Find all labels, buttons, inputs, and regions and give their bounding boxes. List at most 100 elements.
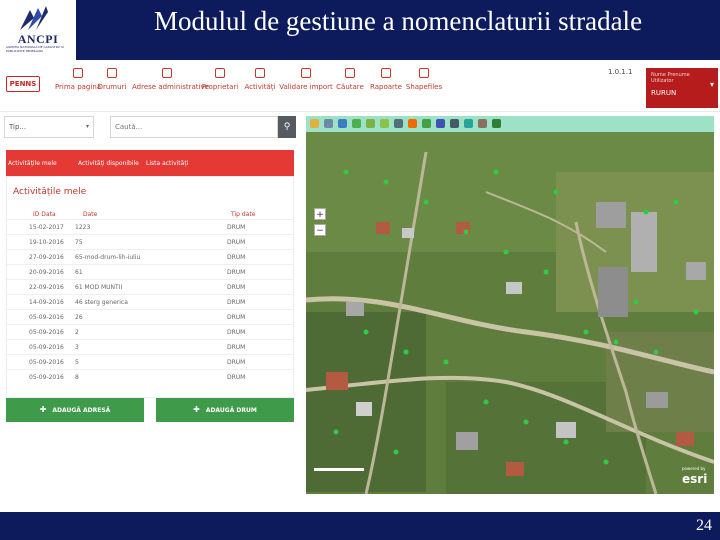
cell-id-date: 20-09-2016 [29, 269, 64, 276]
version-label: 1.0.1.1 [608, 68, 633, 76]
slide-header: ANCPI AGENTIA NATIONALA DE CADASTRU SI P… [0, 0, 720, 60]
search-button[interactable]: ⚲ [278, 116, 296, 138]
attribution-prefix: powered by [682, 466, 706, 471]
activities-panel: Activitățile mele ID Data Date Tip date … [6, 176, 294, 398]
panel-title: Activitățile mele [13, 187, 87, 197]
cell-id-date: 05-09-2016 [29, 314, 64, 321]
table-row[interactable]: 22-09-2016 61 MOD MUNTII DRUM [7, 279, 293, 294]
column-header-type[interactable]: Tip date [231, 211, 255, 218]
cell-date: 75 [75, 239, 83, 246]
chevron-down-icon: ▾ [85, 123, 89, 130]
cell-type: DRUM [227, 299, 246, 306]
table-row[interactable]: 20-09-2016 61 DRUM [7, 264, 293, 279]
cell-id-date: 05-09-2016 [29, 329, 64, 336]
table-row[interactable]: 14-09-2016 46 sterg generica DRUM [7, 294, 293, 309]
slide-footer: 24 [0, 512, 720, 540]
print-icon[interactable] [478, 119, 487, 128]
slide-title: Modulul de gestiune a nomenclaturii stra… [153, 6, 643, 36]
table-row[interactable]: 05-09-2016 8 DRUM [7, 369, 293, 384]
delete-tool-icon[interactable] [408, 119, 417, 128]
cell-date: 8 [75, 374, 79, 381]
user-menu[interactable]: Nume Prenume Utilizator RURUN ▾ [646, 68, 718, 108]
nav-item-shapefiles[interactable]: Shapefiles [396, 68, 452, 91]
report-icon [381, 68, 391, 78]
pan-tool-icon[interactable] [310, 119, 319, 128]
cell-type: DRUM [227, 239, 246, 246]
nav-label: Shapefiles [405, 83, 443, 91]
table-row[interactable]: 05-09-2016 2 DRUM [7, 324, 293, 339]
table-row[interactable]: 05-09-2016 26 DRUM [7, 309, 293, 324]
owners-icon [215, 68, 225, 78]
column-header-date[interactable]: Date [83, 211, 97, 218]
measure-tool-icon[interactable] [394, 119, 403, 128]
brand-logo[interactable]: PENNS [6, 76, 40, 92]
aerial-imagery [306, 132, 714, 494]
cell-date: 65-mod-drum-lih-iuliu [75, 254, 141, 261]
cell-type: DRUM [227, 329, 246, 336]
draw-line-icon[interactable] [366, 119, 375, 128]
search-icon [345, 68, 355, 78]
type-filter-value: Tip... [9, 123, 27, 131]
layers-icon[interactable] [436, 119, 445, 128]
ancpi-logo: ANCPI AGENTIA NATIONALA DE CADASTRU SI P… [2, 2, 74, 58]
add-point-icon[interactable] [422, 119, 431, 128]
refresh-icon[interactable] [464, 119, 473, 128]
add-address-button[interactable]: ✚ ADAUGĂ ADRESĂ [6, 398, 144, 422]
cell-type: DRUM [227, 269, 246, 276]
cell-type: DRUM [227, 314, 246, 321]
cell-type: DRUM [227, 374, 246, 381]
user-role: RURUN [651, 89, 677, 97]
cell-id-date: 15-02-2017 [29, 224, 64, 231]
tab-available-activities[interactable]: Activități disponibile [78, 150, 139, 176]
tab-activity-list[interactable]: Lista activități [146, 150, 188, 176]
table-row[interactable]: 05-09-2016 3 DRUM [7, 339, 293, 354]
esri-logo: esri [682, 472, 708, 486]
table-row[interactable]: 05-09-2016 5 DRUM [7, 354, 293, 369]
user-name: Nume Prenume Utilizator [651, 72, 690, 84]
cell-date: 1223 [75, 224, 91, 231]
cell-id-date: 05-09-2016 [29, 359, 64, 366]
identify-tool-icon[interactable] [352, 119, 361, 128]
zoom-in-button[interactable]: + [314, 208, 326, 220]
shapefile-icon [419, 68, 429, 78]
edit-icon [255, 68, 265, 78]
plus-icon: ✚ [39, 405, 47, 414]
table-row[interactable]: 19-10-2016 75 DRUM [7, 234, 293, 249]
tab-my-activities[interactable]: Activitățile mele [8, 150, 57, 176]
table-row[interactable]: 15-02-2017 1223 DRUM [7, 219, 293, 234]
cell-date: 46 sterg generica [75, 299, 128, 306]
cell-type: DRUM [227, 344, 246, 351]
table-icon[interactable] [450, 119, 459, 128]
cell-date: 61 MOD MUNTII [75, 284, 123, 291]
logo-subtitle: AGENTIA NATIONALA DE CADASTRU SI PUBLICI… [6, 45, 64, 53]
cell-type: DRUM [227, 284, 246, 291]
globe-tool-icon[interactable] [338, 119, 347, 128]
cell-type: DRUM [227, 254, 246, 261]
search-input[interactable] [110, 116, 278, 138]
address-icon [162, 68, 172, 78]
edit-tool-icon[interactable] [380, 119, 389, 128]
validate-icon [301, 68, 311, 78]
cell-id-date: 19-10-2016 [29, 239, 64, 246]
cell-id-date: 27-09-2016 [29, 254, 64, 261]
top-navigation: PENNS Prima pagină Drumuri Adrese admini… [0, 60, 720, 112]
cell-date: 61 [75, 269, 83, 276]
signpost-icon [107, 68, 117, 78]
activity-tabs: Activitățile mele Activități disponibile… [6, 150, 294, 176]
select-tool-icon[interactable] [324, 119, 333, 128]
cell-date: 5 [75, 359, 79, 366]
add-road-label: ADAUGĂ DRUM [205, 407, 257, 414]
add-address-label: ADAUGĂ ADRESĂ [52, 407, 111, 414]
column-header-id-date[interactable]: ID Data [33, 211, 56, 218]
type-filter-select[interactable]: Tip... ▾ [4, 116, 94, 138]
cell-id-date: 05-09-2016 [29, 344, 64, 351]
home-icon [73, 68, 83, 78]
table-row[interactable]: 27-09-2016 65-mod-drum-lih-iuliu DRUM [7, 249, 293, 264]
zoom-out-button[interactable]: − [314, 224, 326, 236]
app-window: PENNS Prima pagină Drumuri Adrese admini… [0, 60, 720, 510]
cell-date: 3 [75, 344, 79, 351]
pin-icon[interactable] [492, 119, 501, 128]
cell-date: 2 [75, 329, 79, 336]
add-road-button[interactable]: ✚ ADAUGĂ DRUM [156, 398, 294, 422]
map-view[interactable]: + − powered by esri [306, 132, 714, 494]
